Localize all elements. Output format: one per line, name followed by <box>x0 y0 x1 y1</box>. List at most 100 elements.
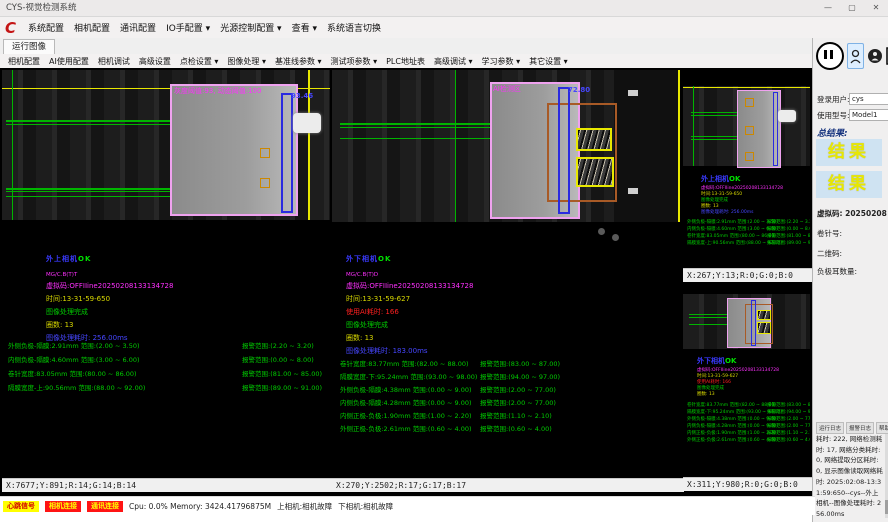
heartbeat-badge: 心跳信号 <box>3 501 39 512</box>
feature-mark-box <box>745 98 754 107</box>
measurement-value: 隔膜宽度-上:90.56mm 范围:(88.00 ~ 92.00) <box>8 384 145 392</box>
measurement-row: 内侧负极-隔膜:4.28mm 范围:(0.00 ~ 9.00) <box>340 397 472 407</box>
edge-line-vertical <box>693 86 694 166</box>
menu-item-comm-config[interactable]: 通讯配置 <box>120 21 156 34</box>
measurement-row: 内侧正极-负极:1.90mm 范围:(1.00 ~ 2.20) <box>687 430 778 436</box>
toolbar-item-other-settings[interactable]: 其它设置 ▾ <box>529 56 568 67</box>
measure-line <box>689 317 727 318</box>
camera-result-title: 外下相机OK <box>697 356 736 366</box>
measurement-row: 内侧负极-隔膜:4.28mm 范围:(0.00 ~ 9.00) <box>687 423 778 429</box>
menu-item-system-config[interactable]: 系统配置 <box>28 21 64 34</box>
camera-name: 外下相机 <box>346 255 378 263</box>
time-line: 时间:13-31-59-627 <box>346 294 410 304</box>
menu-item-light-config[interactable]: 光源控制配置 ▾ <box>220 21 281 34</box>
alarm-range: 报警范围:(0.60 ~ 4.00) <box>480 423 552 433</box>
toolbar-item-ai-config[interactable]: AI使用配置 <box>49 56 89 67</box>
application-window: CYS-视觉检测系统 — ▢ ✕ C 系统配置 相机配置 通讯配置 IO手配置 … <box>0 0 888 522</box>
toolbar-item-image-process[interactable]: 图像处理 ▾ <box>227 56 266 67</box>
measurement-row: 隔膜宽度-上:90.56mm 范围:(88.00 ~ 92.00) <box>8 382 145 392</box>
mini-bottom-coordinate-bar: X:311;Y:980;R:0;G:0;B:0 <box>683 477 814 491</box>
login-user-label: 登录用户: <box>817 94 850 105</box>
measure-roi-box <box>773 92 778 166</box>
cycle-count-line: 圈数: 13 <box>346 333 374 343</box>
alarm-range: 报警范围:(1.10 ~ 2.10) <box>767 430 810 436</box>
measure-line <box>6 188 170 190</box>
alarm-range: 报警范围:(2.00 ~ 77.00) <box>767 416 810 422</box>
cycle-count-line: 圈数: 13 <box>697 391 715 397</box>
left-view-coordinate-bar: X:7677;Y:891;R:14;G:14;B:14 <box>2 478 334 492</box>
measurement-value: 内侧正极-负极:1.90mm 范围:(1.00 ~ 2.20) <box>340 412 472 420</box>
weld-mark-box <box>576 157 614 187</box>
process-status-line: 图像处理完成 <box>46 307 88 317</box>
log-tab-alarm[interactable]: 报警日志 <box>846 422 874 434</box>
measure-line <box>340 123 490 125</box>
mini-view-bottom[interactable]: 外下相机OK 虚拟码:OFFIIine20250208133134728 时间:… <box>683 284 810 477</box>
result-box-1: 结果 <box>816 139 882 166</box>
maximize-button[interactable]: ▢ <box>840 0 864 16</box>
app-logo-icon: C <box>5 19 16 37</box>
feature-mark-box <box>745 126 754 135</box>
toolbar-item-learning-params[interactable]: 学习参数 ▾ <box>482 56 521 67</box>
toolbar-item-baseline-params[interactable]: 基准线参数 ▾ <box>275 56 322 67</box>
pause-icon <box>824 50 827 59</box>
user-login-button[interactable] <box>847 43 864 69</box>
alarm-range: 报警范围:(1.10 ~ 2.10) <box>480 410 552 420</box>
middle-camera-view[interactable]: AI检测区 72.80 外下相机OK MG/C.B(T)D 虚拟码:OFFIIi… <box>332 70 680 478</box>
login-user-value[interactable]: cys <box>849 93 888 105</box>
feature-mark-box <box>260 148 270 158</box>
minimize-button[interactable]: — <box>816 0 840 16</box>
operator-button[interactable] <box>867 46 882 66</box>
toolbar-item-camera-debug[interactable]: 相机调试 <box>98 56 130 67</box>
menu-item-view[interactable]: 查看 ▾ <box>292 21 317 34</box>
measurement-value: 外侧正极-负极:2.61mm 范围:(0.60 ~ 4.00) <box>340 425 472 433</box>
camera-connection-badge: 相机连接 <box>45 501 81 512</box>
camera-ok-status: OK <box>729 175 740 183</box>
menu-bar: C 系统配置 相机配置 通讯配置 IO手配置 ▾ 光源控制配置 ▾ 查看 ▾ 系… <box>0 17 888 38</box>
alarm-range: 报警范围:(2.20 ~ 3.20) <box>242 340 314 350</box>
menu-item-language-switch[interactable]: 系统语言切换 <box>327 21 381 34</box>
measurement-row: 卷针宽度:83.77mm 范围:(82.00 ~ 88.00) <box>340 358 469 368</box>
alarm-range: 报警范围:(2.00 ~ 77.00) <box>480 397 556 407</box>
left-camera-view[interactable]: 灰度阈值:93, 动态阈值:100 93.46 外上相机OK MG/C.B(T)… <box>2 70 330 478</box>
camera-result-title: 外上相机OK <box>46 254 91 264</box>
measure-line <box>691 115 737 116</box>
window-controls: — ▢ ✕ <box>816 0 888 16</box>
measurement-row: 卷针宽度:83.05mm 范围:(80.00 ~ 86.00) <box>687 233 776 239</box>
measurement-value: 卷针宽度:83.77mm 范围:(82.00 ~ 88.00) <box>340 360 469 368</box>
middle-view-coordinate-bar: X:270;Y:2502;R:17;G:17;B:17 <box>332 478 684 492</box>
alarm-range: 报警范围:(89.00 ~ 91.00) <box>767 240 810 246</box>
mini-view-top[interactable]: 外上相机OK 虚拟码:OFFIIine20250208133134728 时间:… <box>683 74 810 268</box>
model-value[interactable]: Model1 <box>849 109 888 121</box>
user-icon <box>850 49 861 64</box>
qr-code-field: 二维码: <box>817 248 842 259</box>
alarm-range: 报警范围:(0.60 ~ 4.00) <box>767 437 810 443</box>
menu-item-io-config[interactable]: IO手配置 ▾ <box>166 21 210 34</box>
measure-roi-box <box>751 300 756 346</box>
feature-mark-box <box>260 178 270 188</box>
toolbar-item-plc-table[interactable]: PLC地址表 <box>386 56 425 67</box>
measurement-row: 外侧负极-隔膜:4.38mm 范围:(0.00 ~ 9.00) <box>687 416 778 422</box>
toolbar-item-advanced-settings[interactable]: 高级设置 <box>139 56 171 67</box>
measurement-row: 内侧负极-隔膜:4.60mm 范围:(3.00 ~ 6.00) <box>8 354 140 364</box>
measurement-row: 内侧负极-隔膜:4.60mm 范围:(3.00 ~ 6.00) <box>687 226 778 232</box>
camera-ok-status: OK <box>378 255 391 263</box>
toolbar-item-test-params[interactable]: 测试项参数 ▾ <box>331 56 378 67</box>
tab-run-image[interactable]: 运行图像 <box>3 39 55 55</box>
menu-item-camera-config[interactable]: 相机配置 <box>74 21 110 34</box>
measurement-row: 外侧负极-隔膜:2.91mm 范围:(2.00 ~ 3.50) <box>687 219 778 225</box>
toolbar-item-advanced-debug[interactable]: 高级调试 ▾ <box>434 56 473 67</box>
pause-button[interactable] <box>816 42 844 70</box>
close-button[interactable]: ✕ <box>864 0 888 16</box>
log-tab-run[interactable]: 运行日志 <box>816 422 844 434</box>
alarm-range: 报警范围:(2.00 ~ 77.00) <box>767 423 810 429</box>
alarm-range: 报警范围:(94.00 ~ 97.00) <box>480 371 560 381</box>
measure-line <box>689 324 727 325</box>
comm-connection-badge: 通讯连接 <box>87 501 123 512</box>
ai-elapsed-line: 使用AI耗时: 166 <box>346 307 399 317</box>
toolbar-item-spot-check[interactable]: 点检设置 ▾ <box>180 56 219 67</box>
elapsed-line: 图像处理耗时: 183.00ms <box>346 346 428 356</box>
virtual-code-line: 虚拟码:OFFIIine20250208133134728 <box>346 281 473 291</box>
measure-roi-box <box>558 87 570 214</box>
toolbar-item-camera-config[interactable]: 相机配置 <box>8 56 40 67</box>
log-tab-help[interactable]: 帮助日志 <box>876 422 888 434</box>
